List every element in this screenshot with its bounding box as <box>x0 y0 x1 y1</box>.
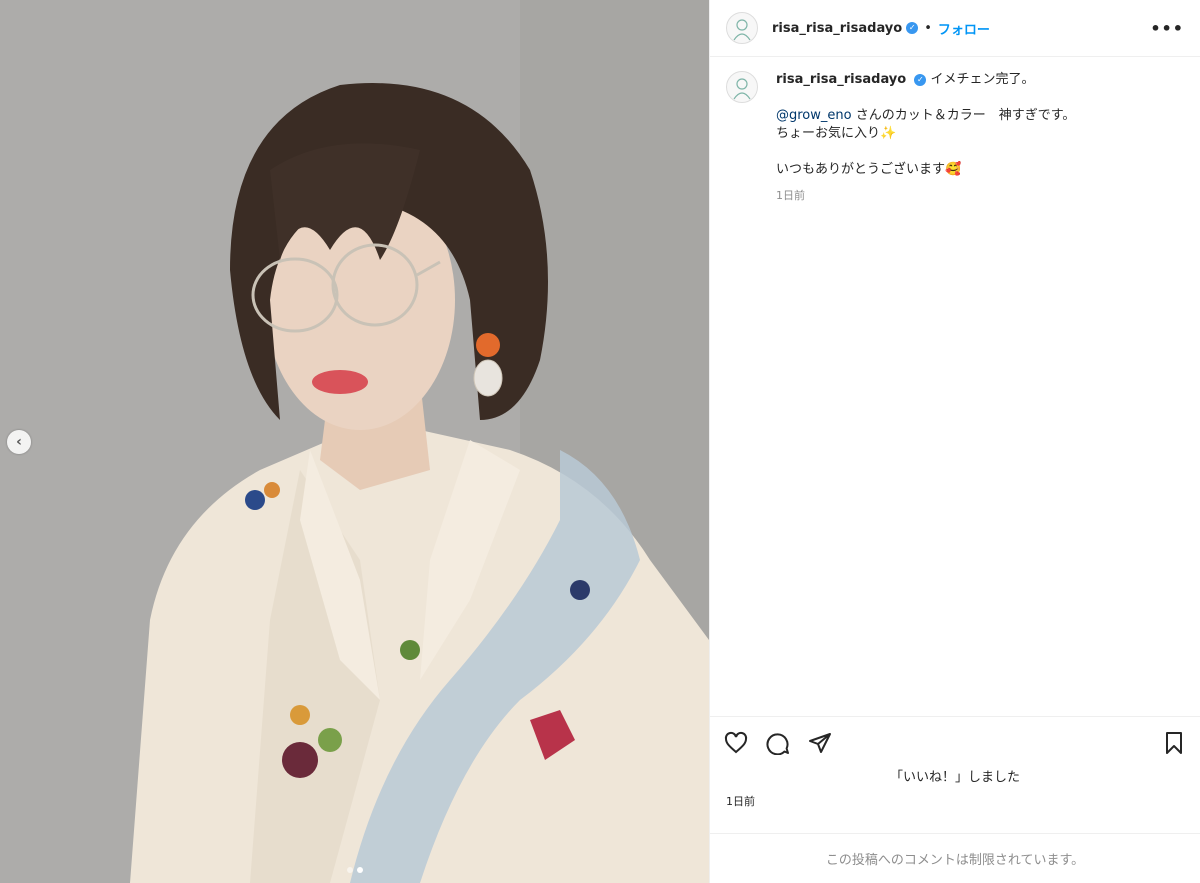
post-header: risa_risa_risadayo ✓ • フォロー ••• <box>710 0 1200 57</box>
caption: risa_risa_risadayo ✓ イメチェン完了。 @grow_eno … <box>726 71 1184 205</box>
verified-icon: ✓ <box>914 73 927 86</box>
post-side-panel: risa_risa_risadayo ✓ • フォロー ••• risa_ris… <box>709 0 1200 883</box>
likes-text[interactable]: 「いいね！」しました <box>710 766 1200 785</box>
post-photo[interactable]: ‹ <box>0 0 709 883</box>
verified-icon: ✓ <box>906 22 919 34</box>
caption-line3: いつもありがとうございます🥰 <box>776 162 962 177</box>
carousel-prev-button[interactable]: ‹ <box>7 430 31 454</box>
portrait-image <box>0 0 709 883</box>
post-time: 1日前 <box>726 795 755 808</box>
avatar-icon[interactable] <box>726 12 758 44</box>
carousel-dot-active <box>356 867 363 873</box>
carousel-indicator <box>346 867 363 873</box>
caption-time: 1日前 <box>776 189 805 202</box>
comments-area: risa_risa_risadayo ✓ イメチェン完了。 @grow_eno … <box>710 57 1200 716</box>
caption-username-link[interactable]: risa_risa_risadayo <box>776 72 906 87</box>
share-icon[interactable] <box>808 731 832 755</box>
caption-body: risa_risa_risadayo ✓ イメチェン完了。 @grow_eno … <box>776 71 1075 205</box>
chevron-left-icon: ‹ <box>16 434 22 450</box>
caption-line2: ちょーお気に入り✨ <box>776 126 897 141</box>
follow-button[interactable]: フォロー <box>938 19 990 38</box>
action-bar <box>710 716 1200 768</box>
separator: • <box>924 20 932 36</box>
post-dialog: ‹ risa_risa_risadayo ✓ • フォロー ••• risa_r… <box>0 0 1200 883</box>
caption-line1: さんのカット＆カラー 神すぎです。 <box>851 108 1076 123</box>
caption-title: イメチェン完了。 <box>930 72 1035 87</box>
avatar-icon[interactable] <box>726 71 758 103</box>
username-link[interactable]: risa_risa_risadayo <box>772 21 902 36</box>
heart-icon[interactable] <box>724 731 748 755</box>
comments-disabled-notice: この投稿へのコメントは制限されています。 <box>710 833 1200 883</box>
more-icon[interactable]: ••• <box>1150 19 1184 38</box>
bookmark-icon[interactable] <box>1162 731 1186 755</box>
carousel-dot <box>346 867 353 873</box>
mention-link[interactable]: @grow_eno <box>776 108 852 123</box>
comment-icon[interactable] <box>766 731 790 755</box>
